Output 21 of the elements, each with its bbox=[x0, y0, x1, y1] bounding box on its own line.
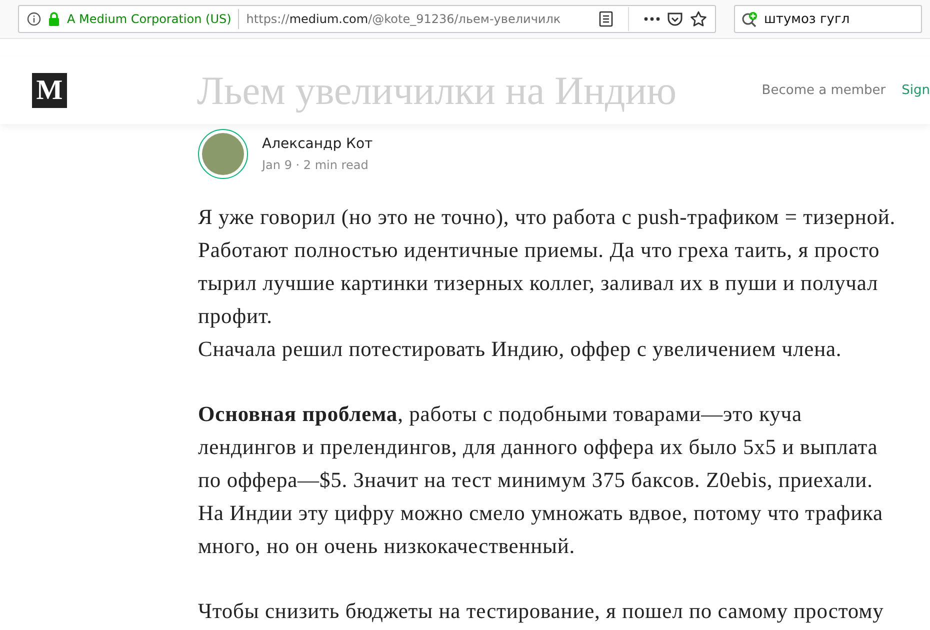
logo[interactable]: M bbox=[32, 73, 67, 108]
avatar[interactable] bbox=[198, 129, 248, 179]
become-member-link[interactable]: Become a member bbox=[762, 83, 886, 98]
search-icon bbox=[741, 10, 759, 28]
post-meta: Jan 9 · 2 min read bbox=[262, 158, 370, 172]
reader-view-icon[interactable] bbox=[599, 11, 613, 27]
star-icon[interactable] bbox=[690, 11, 707, 27]
lock-icon bbox=[48, 12, 60, 26]
author-name[interactable]: Александр Кот bbox=[262, 136, 373, 152]
paragraph: Я уже говорил (но это не точно), что работа с push-трафиком = тизерной. Работают полностью идентичные приемы. Да что греха таить, я просто тырил лучшие картинки тизерных коллег, заливал их в пуши и получал профит. bbox=[198, 204, 897, 330]
info-icon[interactable] bbox=[27, 12, 41, 26]
url-text[interactable]: https://medium.com/@kote_91236/льем-увеличилк bbox=[246, 12, 592, 26]
paragraph: Чтобы снизить бюджеты на тестирование, я пошел по самому простому bbox=[198, 598, 885, 625]
more-icon[interactable] bbox=[644, 17, 660, 21]
paragraph: Сначала решил потестировать Индию, оффер с увеличением члена. bbox=[198, 336, 843, 363]
address-bar[interactable]: A Medium Corporation (US) https://medium.com/@kote_91236/льем-увеличилк bbox=[18, 5, 716, 33]
paragraph: Основная проблема, работы с подобными товарами—это куча лендингов и прелендингов, для данного оффера их было 5х5 и выплата по оффера—$5. Значит на тест минимум 375 баксов. Z0ebis, приехали. На Индии эту цифру можно смело умножать вдвое, потому что трафика много, но он очень низкокачественный. bbox=[198, 401, 884, 560]
search-field[interactable]: штумоз гугл bbox=[734, 5, 922, 33]
pocket-icon[interactable] bbox=[667, 12, 683, 26]
site-identity[interactable]: A Medium Corporation (US) bbox=[67, 12, 232, 26]
sign-link[interactable]: Sign bbox=[902, 83, 930, 98]
